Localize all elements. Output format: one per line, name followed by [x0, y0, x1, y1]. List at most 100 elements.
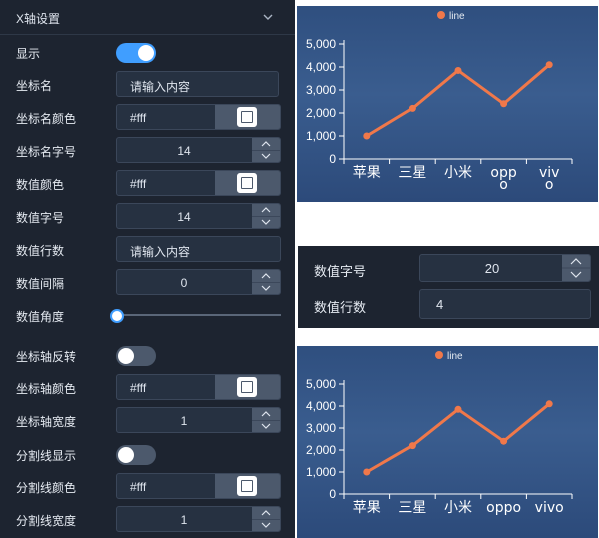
chevron-up-icon [261, 411, 271, 417]
series-line [366, 402, 551, 474]
data-point [363, 132, 371, 140]
axis-line-width-stepper[interactable]: 1 [116, 407, 281, 433]
y-tick-label: 2,000 [306, 443, 336, 457]
split-line-color-label: 分割线颜色 [16, 481, 77, 495]
color-picker-button[interactable] [215, 105, 280, 129]
y-tick-label: 1,000 [306, 465, 336, 479]
toggle-knob [138, 45, 154, 61]
chevron-down-icon [261, 522, 271, 528]
color-picker-button[interactable] [215, 171, 280, 195]
row-split-line-width: 分割线宽度 1 [0, 503, 295, 535]
axis-name-placeholder: 请输入内容 [130, 80, 191, 94]
chevron-up-icon [261, 273, 271, 279]
axis-name-input[interactable]: 请输入内容 [116, 71, 279, 97]
decrement-button[interactable] [252, 150, 280, 162]
stepper-buttons [252, 507, 280, 531]
value-line-count-input[interactable]: 请输入内容 [116, 236, 281, 262]
color-swatch-icon [237, 107, 257, 127]
color-swatch-icon [237, 476, 257, 496]
toggle-knob [118, 447, 134, 463]
line-chart-preview-top: line 0 1,000 2,000 3,000 4,000 5,000 苹果 三星 小米 opp o… [297, 6, 598, 202]
split-line-color-input[interactable]: #fff [116, 473, 281, 499]
toggle-knob [118, 348, 134, 364]
stepper-value: 20 [484, 261, 500, 276]
zoom-font-size-stepper[interactable]: 20 [419, 254, 591, 282]
axis-name-color-input[interactable]: #fff [116, 104, 281, 130]
data-point [454, 66, 462, 74]
zoom-line-count-label: 数值行数 [314, 300, 367, 315]
zoomed-settings-panel: 数值字号 20 数值行数 4 [298, 246, 599, 328]
axis-name-color-value: #fff [130, 111, 147, 125]
value-interval-label: 数值间隔 [16, 277, 65, 291]
axis-name-font-size-label: 坐标名字号 [16, 145, 77, 159]
zoom-line-count-input[interactable]: 4 [419, 289, 591, 319]
decrement-button[interactable] [252, 420, 280, 432]
chevron-down-icon[interactable] [262, 11, 274, 23]
value-font-size-stepper[interactable]: 14 [116, 203, 281, 229]
value-angle-slider-track[interactable] [116, 314, 281, 316]
color-swatch-icon [237, 173, 257, 193]
axis-reverse-toggle[interactable] [116, 346, 156, 366]
legend-label: line [449, 11, 465, 22]
row-value-line-count: 数值行数 请输入内容 [0, 233, 295, 265]
value-color-input[interactable]: #fff [116, 170, 281, 196]
y-tick-label: 5,000 [306, 377, 336, 391]
y-tick-label: 3,000 [306, 83, 336, 97]
x-tick-label: oppo [486, 500, 521, 516]
row-axis-name: 坐标名 请输入内容 [0, 68, 295, 100]
data-point [454, 405, 462, 413]
stepper-value: 14 [177, 210, 191, 224]
row-axis-line-width: 坐标轴宽度 1 [0, 404, 295, 436]
y-tick-label: 1,000 [306, 129, 336, 143]
data-point [500, 100, 508, 108]
split-line-show-toggle[interactable] [116, 445, 156, 465]
data-point [408, 104, 416, 112]
value-interval-stepper[interactable]: 0 [116, 269, 281, 295]
x-tick-label: vivo [539, 165, 559, 193]
legend-label: line [447, 351, 463, 362]
row-show: 显示 [0, 36, 295, 68]
stepper-buttons [252, 138, 280, 162]
color-picker-button[interactable] [215, 474, 280, 498]
data-point [408, 442, 416, 450]
stepper-arrows-icon[interactable] [562, 255, 590, 281]
decrement-button[interactable] [252, 216, 280, 228]
row-value-angle: 数值角度 [0, 299, 295, 331]
series-line [366, 63, 551, 138]
stepper-buttons [252, 408, 280, 432]
color-picker-button[interactable] [215, 375, 280, 399]
chart-svg: line 0 1,000 2,000 3,000 4,000 5,000 苹果 三星 小米 oppo… [306, 351, 573, 516]
row-value-interval: 数值间隔 0 [0, 266, 295, 298]
axis-name-font-size-stepper[interactable]: 14 [116, 137, 281, 163]
y-tick-label: 0 [329, 152, 336, 166]
split-line-color-value: #fff [130, 480, 147, 494]
value-angle-slider-handle[interactable] [110, 309, 124, 323]
chevron-up-icon [261, 141, 271, 147]
axis-line-color-input[interactable]: #fff [116, 374, 281, 400]
chevron-down-icon [261, 153, 271, 159]
decrement-button[interactable] [252, 282, 280, 294]
y-tick-label: 0 [329, 487, 336, 501]
split-line-width-stepper[interactable]: 1 [116, 506, 281, 532]
data-point [500, 437, 508, 445]
legend-marker [435, 351, 443, 359]
x-tick-label: 小米 [444, 500, 472, 516]
value-font-size-label: 数值字号 [16, 211, 65, 225]
chevron-up-icon [261, 207, 271, 213]
value-line-count-placeholder: 请输入内容 [130, 245, 191, 259]
row-axis-line-color: 坐标轴颜色 #fff [0, 371, 295, 403]
line-chart-preview-bottom: line 0 1,000 2,000 3,000 4,000 5,000 苹果 三星 小米 oppo… [297, 346, 598, 538]
y-tick-label: 5,000 [306, 37, 336, 51]
show-toggle[interactable] [116, 43, 156, 63]
panel-header[interactable]: X轴设置 [0, 0, 295, 35]
y-tick-label: 4,000 [306, 60, 336, 74]
chart-svg: line 0 1,000 2,000 3,000 4,000 5,000 苹果 三星 小米 oppo… [306, 11, 573, 193]
value-color-label: 数值颜色 [16, 178, 65, 192]
y-tick-label: 2,000 [306, 106, 336, 120]
decrement-button[interactable] [252, 519, 280, 531]
chevron-up-icon [261, 510, 271, 516]
x-tick-label: vivo [535, 500, 564, 516]
axis-line-width-label: 坐标轴宽度 [16, 415, 77, 429]
x-tick-label: oppo [490, 165, 516, 193]
x-tick-label: 苹果 [353, 165, 381, 181]
